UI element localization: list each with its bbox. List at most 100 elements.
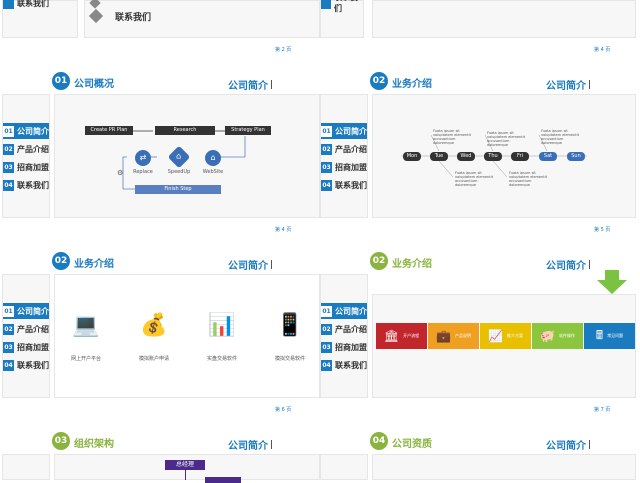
diamond-bullet-icon [88, 8, 104, 24]
section-number: 02 [370, 72, 388, 90]
slide-business-tiles: 🏛 开户流程 💼 产品说明 📈 推介方案 🐖 软件操作 🖩 常见问题 [372, 294, 636, 398]
section-title: 业务介绍 [74, 259, 114, 270]
company-intro-label: 公司简介 [546, 257, 590, 272]
timeline-note: Fuata ipsum sit voluptatem elementit acc… [455, 171, 493, 187]
tile-product[interactable]: 💼 产品说明 [428, 323, 479, 349]
briefcase-icon: 💼 [436, 329, 451, 343]
day-pill: Fri [511, 152, 529, 161]
day-pill: Mon [403, 152, 421, 161]
sidebar-item-company[interactable]: 01 公司简介 [321, 303, 367, 319]
flow-step-box: Strategy Plan [225, 126, 271, 135]
timeline-note: Fuata ipsum sit voluptatem elementit acc… [541, 129, 579, 145]
flow-step-box: Create PR Plan [85, 126, 133, 135]
slide-qualification [372, 454, 636, 480]
section-title: 业务介绍 [392, 259, 432, 270]
section-title: 公司概况 [74, 79, 114, 90]
top-left-sidebar: 联系我们 [2, 0, 78, 38]
sidebar-item-contact[interactable]: 04 联系我们 [3, 177, 49, 193]
shuffle-icon: ⇄ [135, 150, 151, 166]
service-label: 网上开户平台 [70, 356, 101, 362]
timeline-note: Fuata ipsum sit voluptatem elementit acc… [509, 171, 547, 187]
sidebar-item-franchise[interactable]: 03 招商加盟 [3, 339, 49, 355]
company-intro-label: 公司简介 [546, 77, 590, 92]
top-right-sidebar: 联系我们 [320, 0, 364, 38]
sidebar-item-company[interactable]: 01 公司简介 [3, 123, 49, 139]
chart-icon: 📈 [488, 329, 503, 343]
tile-faq[interactable]: 🖩 常见问题 [584, 323, 635, 349]
section-number: 02 [52, 252, 70, 270]
company-intro-label: 公司简介 [546, 437, 590, 452]
section-title: 公司资质 [392, 439, 432, 450]
money-bag-icon: 💰 [140, 313, 168, 338]
sidebar-item-products[interactable]: 02 产品介绍 [321, 321, 367, 337]
slide-business-timeline: Mon Tue Wed Thu Fri Sat Sun Fuata ipsum … [372, 94, 636, 218]
service-label: 实盘交易软件 [206, 356, 237, 362]
section-title: 业务介绍 [392, 79, 432, 90]
page-number: 第 2 页 [275, 47, 292, 53]
slide-org-chart: 总经理 [54, 454, 320, 483]
sidebar-item-franchise[interactable]: 03 招商加盟 [321, 339, 367, 355]
day-pill: Tue [430, 152, 448, 161]
sidebar-item-contact[interactable]: 04 联系我们 [3, 357, 49, 373]
sidebar-item-contact[interactable]: 联系我们 [321, 0, 363, 13]
day-pill: Thu [484, 152, 502, 161]
menu-item-contact[interactable]: 联系我们 [115, 10, 151, 23]
page-number: 第 4 页 [594, 47, 611, 53]
bank-icon: 🏛 [383, 329, 400, 343]
company-intro-label: 公司简介 [228, 437, 272, 452]
company-intro-label: 公司简介 [228, 77, 272, 92]
top-mid-slide: 联系我们 [84, 0, 320, 38]
sidebar: 01 公司简介 02 产品介绍 03 招商加盟 04 联系我们 [2, 274, 50, 398]
calculator-icon: 🖩 [595, 327, 604, 342]
slide-company-overview: Create PR Plan Research Strategy Plan ⇄ … [54, 94, 320, 218]
piggy-icon: 🐖 [540, 329, 555, 343]
sidebar-item-franchise[interactable]: 03 招商加盟 [321, 159, 367, 175]
sidebar-item-company[interactable]: 01 公司简介 [321, 123, 367, 139]
sidebar-item-franchise[interactable]: 03 招商加盟 [3, 159, 49, 175]
sidebar: 01 公司简介 02 产品介绍 03 招商加盟 04 联系我们 [320, 94, 368, 218]
phone-chart-icon: 📱 [276, 313, 304, 338]
section-number: 02 [370, 252, 388, 270]
down-arrow-icon [597, 270, 627, 294]
page-number: 第 4 页 [275, 227, 292, 233]
flow-step-box: Research [155, 126, 215, 135]
sidebar-item-contact[interactable]: 联系我们 [3, 0, 77, 11]
diamond-bullet-icon [89, 0, 101, 9]
slide-business-services: 💻 网上开户平台 💰 模拟账户申请 📊 实盘交易软件 📱 模拟交易软件 [54, 274, 320, 398]
tile-software[interactable]: 🐖 软件操作 [532, 323, 583, 349]
sidebar-item-products[interactable]: 02 产品介绍 [321, 141, 367, 157]
sidebar: 01 公司简介 02 产品介绍 03 招商加盟 04 联系我们 [2, 94, 50, 218]
icon-label: SpeedUp [167, 169, 191, 175]
section-number: 04 [370, 432, 388, 450]
org-box-gm: 总经理 [165, 460, 205, 470]
bar-chart-icon: 📊 [208, 313, 236, 338]
gear-icon: ⚙ [117, 169, 124, 177]
sidebar-item-products[interactable]: 02 产品介绍 [3, 321, 49, 337]
section-number: 01 [52, 72, 70, 90]
page-number: 第 6 页 [275, 407, 292, 413]
laptop-chart-icon: 💻 [72, 313, 100, 338]
page-number: 第 7 页 [594, 407, 611, 413]
day-pill: Sun [567, 152, 585, 161]
sidebar: 01 公司简介 02 产品介绍 03 招商加盟 04 联系我们 [320, 274, 368, 398]
top-right-slide [372, 0, 636, 38]
finish-step-bar: Finish Step [135, 185, 221, 194]
timeline-note: Fuata ipsum sit voluptatem elementit acc… [487, 131, 525, 147]
sidebar-item-company[interactable]: 01 公司简介 [3, 303, 49, 319]
day-pill: Sat [539, 152, 557, 161]
timeline-note: Fuata ipsum sit voluptatem elementit acc… [433, 129, 471, 145]
company-intro-label: 公司简介 [228, 257, 272, 272]
day-pill: Wed [457, 152, 475, 161]
section-number: 03 [52, 432, 70, 450]
page-number: 第 5 页 [594, 227, 611, 233]
sidebar [2, 454, 50, 480]
tile-plan[interactable]: 📈 推介方案 [480, 323, 531, 349]
tile-account[interactable]: 🏛 开户流程 [376, 323, 427, 349]
sidebar-item-contact[interactable]: 04 联系我们 [321, 357, 367, 373]
icon-label: WebSite [202, 169, 224, 175]
service-label: 模拟交易软件 [274, 356, 305, 362]
icon-label: Replace [133, 169, 153, 175]
home-icon: ⌂ [205, 150, 221, 166]
sidebar-item-contact[interactable]: 04 联系我们 [321, 177, 367, 193]
sidebar-item-products[interactable]: 02 产品介绍 [3, 141, 49, 157]
